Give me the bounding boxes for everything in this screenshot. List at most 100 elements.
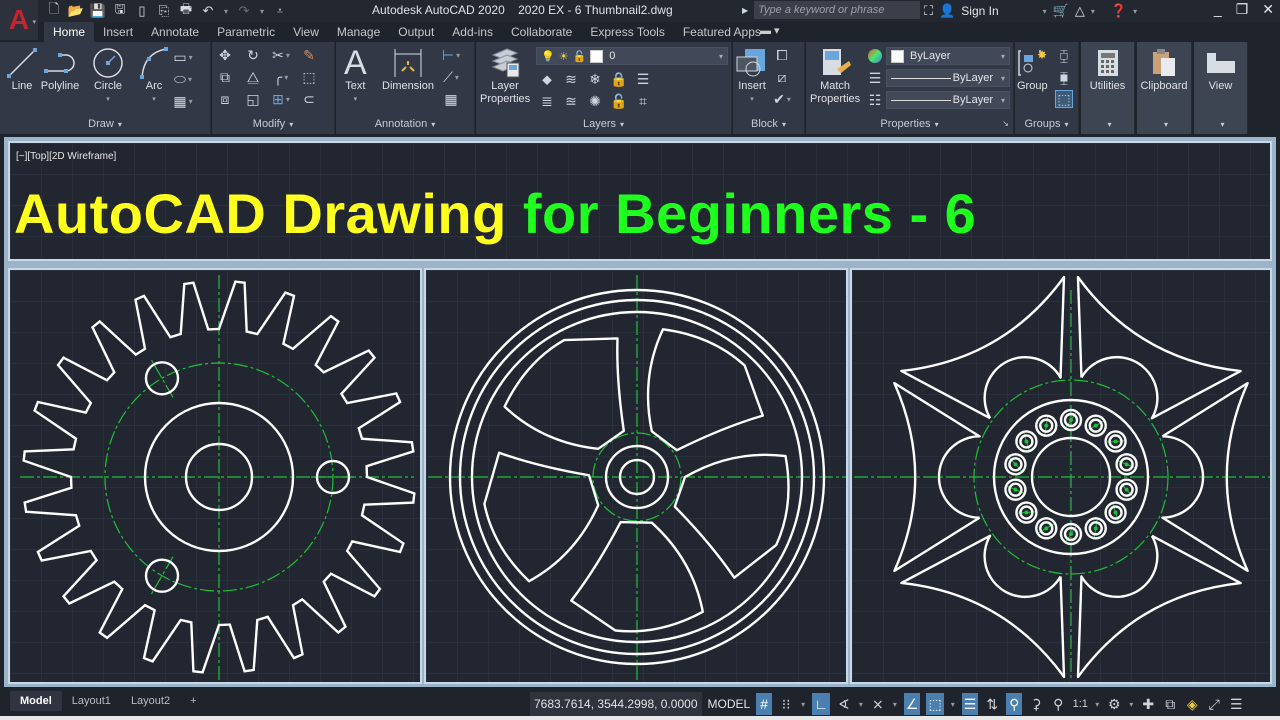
- explode-icon[interactable]: ⬚: [300, 68, 318, 86]
- lineweight-display-icon[interactable]: ☰: [961, 693, 979, 715]
- rectangle-icon[interactable]: ▭: [173, 48, 192, 66]
- tab-view[interactable]: View: [284, 22, 328, 42]
- scale-icon[interactable]: ◱: [244, 90, 262, 108]
- view-button[interactable]: View: [1194, 46, 1247, 93]
- edit-block-icon[interactable]: ⧄: [773, 68, 791, 86]
- new-icon[interactable]: 🗋: [46, 1, 62, 19]
- layer-dropdown[interactable]: 💡 ☀ 🔓 0 ▾: [536, 47, 728, 65]
- lineweight-dropdown[interactable]: ByLayer ▾: [886, 69, 1010, 87]
- flange-viewport[interactable]: [850, 268, 1272, 684]
- restore-icon[interactable]: ❐: [1236, 1, 1249, 18]
- application-menu-button[interactable]: A ▾: [0, 0, 38, 40]
- copy-icon[interactable]: ⧉: [216, 68, 234, 86]
- units-icon[interactable]: ⧉: [1162, 693, 1178, 715]
- text-button[interactable]: A Text ▾: [344, 46, 367, 106]
- erase-icon[interactable]: ✎: [300, 46, 318, 64]
- layer-walk-icon[interactable]: ⌗: [634, 92, 652, 110]
- chevron-down-icon[interactable]: ▾: [892, 693, 898, 715]
- ellipse-icon[interactable]: ⬭: [174, 70, 192, 88]
- chevron-down-icon[interactable]: ▾: [258, 3, 266, 19]
- arc-button[interactable]: Arc ▾: [138, 46, 170, 106]
- tab-parametric[interactable]: Parametric: [208, 22, 284, 42]
- model-space-toggle[interactable]: MODEL: [708, 697, 751, 711]
- tab-collaborate[interactable]: Collaborate: [502, 22, 581, 42]
- tab-featured-apps[interactable]: Featured Apps: [674, 22, 770, 42]
- chevron-down-icon[interactable]: ▾: [858, 693, 864, 715]
- customize-icon[interactable]: ⩡: [272, 3, 288, 19]
- layer-properties-button[interactable]: Layer Properties: [480, 46, 530, 106]
- open-icon[interactable]: 📂: [68, 3, 84, 19]
- clean-screen-icon[interactable]: ⤢: [1206, 693, 1222, 715]
- dialog-launcher-icon[interactable]: ↘: [1002, 116, 1009, 132]
- linear-dimension-icon[interactable]: ⊢: [442, 46, 460, 64]
- minimize-icon[interactable]: _: [1214, 1, 1222, 18]
- chevron-down-icon[interactable]: ▾: [1128, 693, 1134, 715]
- help-icon[interactable]: ❓: [1111, 3, 1127, 19]
- object-snap-icon[interactable]: ⬚: [926, 693, 944, 715]
- block-panel-title[interactable]: Block ▾: [733, 116, 804, 132]
- group-selection-icon[interactable]: ⬚: [1055, 90, 1073, 108]
- dynamic-ucs-icon[interactable]: ⇅: [984, 693, 1000, 715]
- line-button[interactable]: Line: [6, 46, 38, 93]
- title-viewport[interactable]: [−][Top][2D Wireframe] AutoCAD Drawing f…: [8, 141, 1272, 261]
- cart-icon[interactable]: 🛒: [1053, 3, 1069, 19]
- tab-annotate[interactable]: Annotate: [142, 22, 208, 42]
- clipboard-button[interactable]: Clipboard: [1137, 46, 1191, 93]
- utilities-panel[interactable]: Utilities ▾: [1081, 42, 1135, 134]
- tab-insert[interactable]: Insert: [94, 22, 142, 42]
- snap-icon[interactable]: ⁝⁝: [778, 693, 794, 715]
- open-sheet-icon[interactable]: ▯: [134, 3, 150, 19]
- match-properties-button[interactable]: Match Properties: [810, 46, 860, 106]
- layer-unlock-icon[interactable]: 🔓: [610, 92, 628, 110]
- edit-attributes-icon[interactable]: ✔: [773, 90, 791, 108]
- rotate-icon[interactable]: ↻: [244, 46, 262, 64]
- dimension-button[interactable]: Dimension: [382, 46, 434, 93]
- draw-panel-title[interactable]: Draw ▾: [0, 116, 210, 132]
- gear-viewport[interactable]: [8, 268, 422, 684]
- quick-properties-icon[interactable]: ◈: [1184, 693, 1200, 715]
- layer-lock-icon[interactable]: 🔒: [610, 70, 628, 88]
- auto-scale-icon[interactable]: ⚳: [1028, 693, 1044, 715]
- customization-menu-icon[interactable]: ☰: [1228, 693, 1244, 715]
- grid-icon[interactable]: #: [756, 693, 773, 715]
- group-edit-icon[interactable]: ⧯: [1055, 68, 1073, 86]
- tab-model[interactable]: Model: [10, 691, 62, 711]
- search-input[interactable]: [754, 1, 921, 19]
- ortho-icon[interactable]: ∟: [812, 693, 830, 715]
- fillet-icon[interactable]: ╭: [272, 68, 290, 86]
- leader-icon[interactable]: ⟋: [442, 68, 460, 86]
- modify-panel-title[interactable]: Modify ▾: [212, 116, 334, 132]
- groups-panel-title[interactable]: Groups ▾: [1015, 116, 1078, 132]
- chevron-down-icon[interactable]: ▾: [950, 693, 956, 715]
- mirror-icon[interactable]: ⧋: [244, 68, 262, 86]
- wheel-viewport[interactable]: [424, 268, 848, 684]
- layer-off-icon[interactable]: ⬥: [538, 70, 556, 88]
- array-icon[interactable]: ⊞: [272, 90, 290, 108]
- annotation-scale-icon[interactable]: ⚲: [1050, 693, 1066, 715]
- tab-layout2[interactable]: Layout2: [121, 691, 180, 711]
- plot-icon[interactable]: 🖶: [178, 1, 194, 19]
- hatch-icon[interactable]: ▦: [173, 92, 192, 110]
- tab-layout1[interactable]: Layout1: [62, 691, 121, 711]
- layer-change-icon[interactable]: ≊: [562, 92, 580, 110]
- chevron-down-icon[interactable]: ▾: [1043, 7, 1047, 16]
- binoculars-icon[interactable]: ⛶: [924, 3, 933, 19]
- coordinates-readout[interactable]: 7683.7614, 3544.2998, 0.0000: [530, 692, 702, 716]
- user-icon[interactable]: 👤: [939, 3, 955, 19]
- expand-icon[interactable]: ▶: [742, 6, 748, 15]
- ribbon-display-toggle[interactable]: ▬ ▾: [760, 24, 780, 37]
- redo-icon[interactable]: ↷: [236, 3, 252, 19]
- stretch-icon[interactable]: ⧈: [216, 90, 234, 108]
- layers-panel-title[interactable]: Layers ▾: [476, 116, 731, 132]
- ungroup-icon[interactable]: ⧮: [1055, 46, 1073, 64]
- annotation-visibility-icon[interactable]: ⚲: [1006, 693, 1023, 715]
- tab-express-tools[interactable]: Express Tools: [581, 22, 673, 42]
- offset-icon[interactable]: ⊂: [300, 90, 318, 108]
- object-snap-tracking-icon[interactable]: ∠: [903, 693, 921, 715]
- sign-in-link[interactable]: Sign In: [961, 4, 998, 18]
- viewport-controls[interactable]: [−][Top][2D Wireframe]: [16, 151, 116, 162]
- layer-match-icon[interactable]: ≋: [562, 70, 580, 88]
- chevron-down-icon[interactable]: ▾: [1091, 7, 1095, 16]
- autodesk-app-store-icon[interactable]: △: [1075, 3, 1085, 19]
- drawing-area[interactable]: [−][Top][2D Wireframe] AutoCAD Drawing f…: [4, 137, 1276, 687]
